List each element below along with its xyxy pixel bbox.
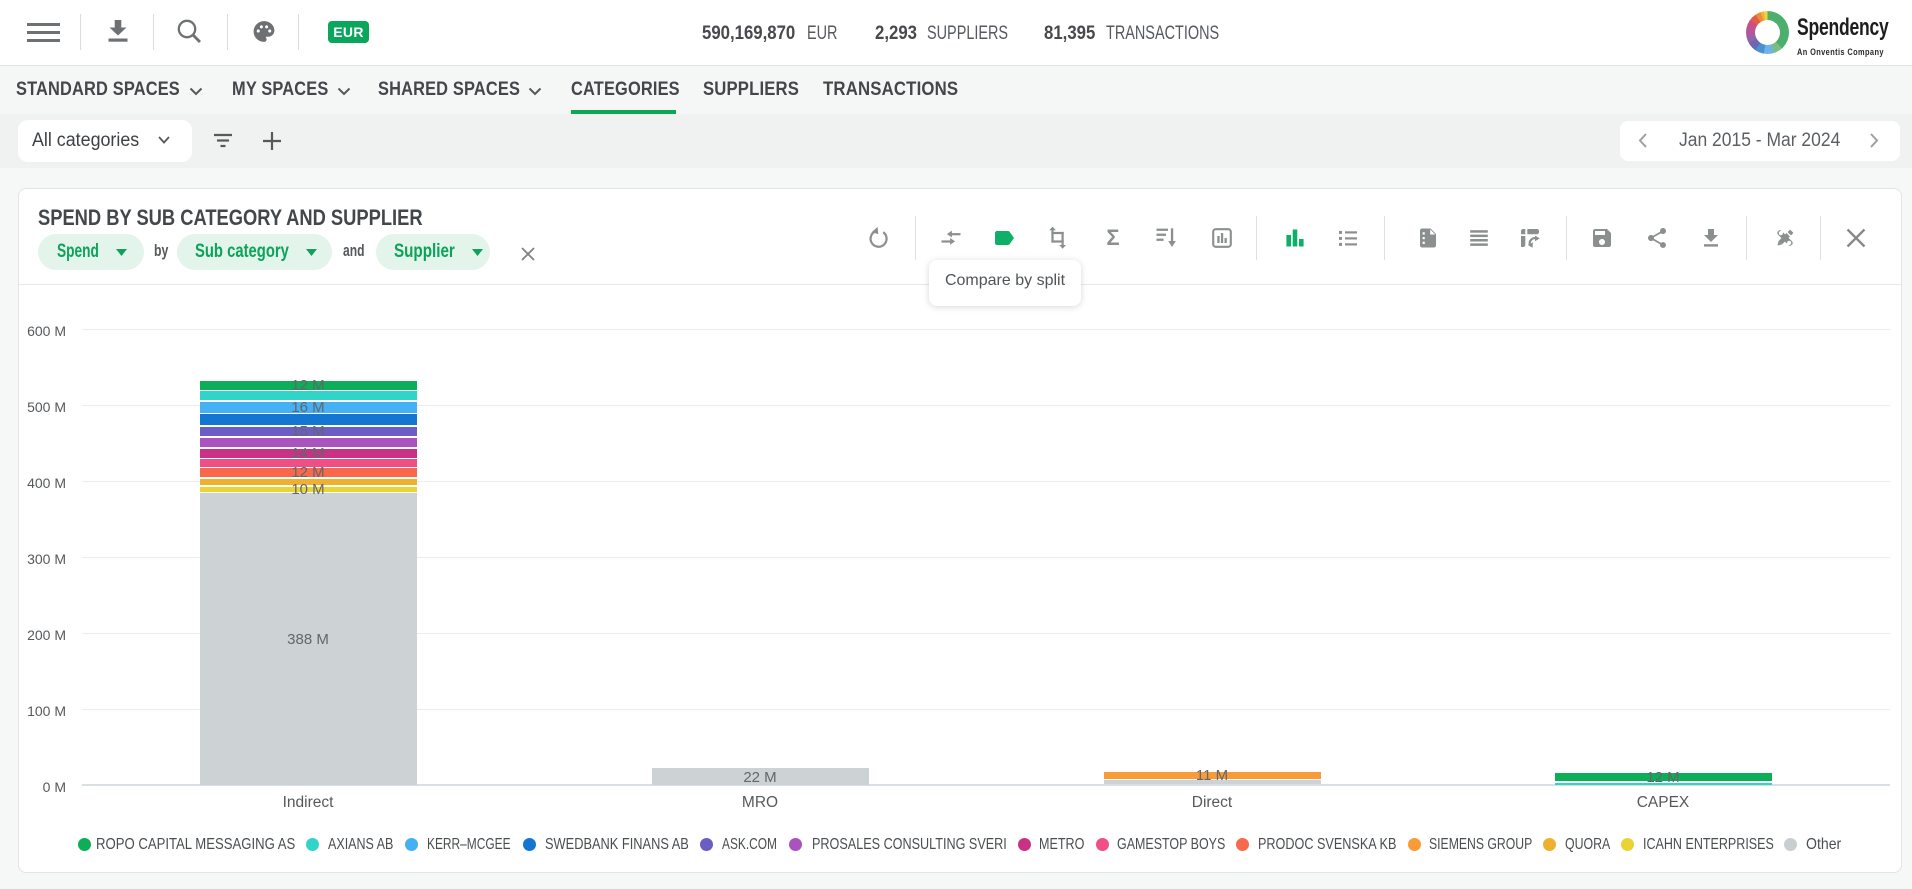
svg-text:Σ: Σ	[1106, 226, 1119, 250]
